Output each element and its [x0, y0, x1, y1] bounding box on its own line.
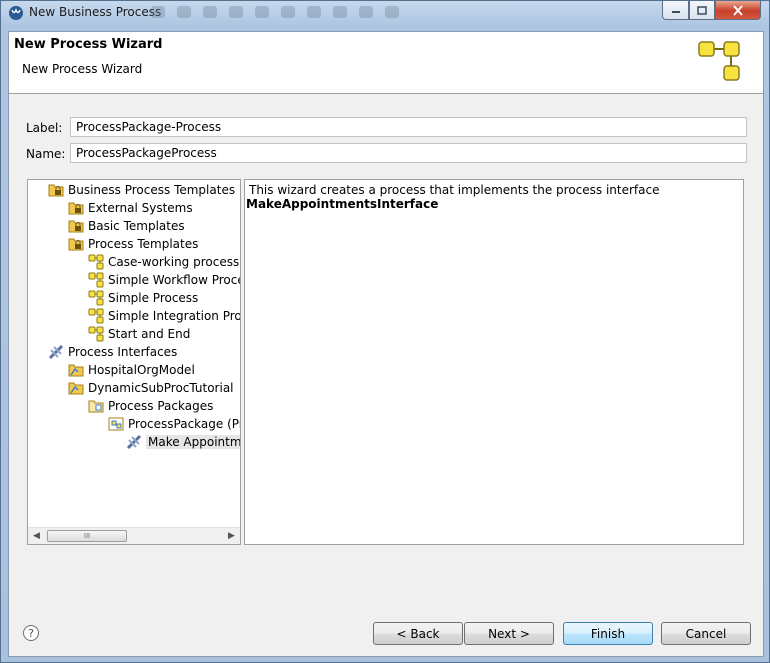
minimize-button[interactable] — [662, 1, 689, 20]
tree-item[interactable]: Process Interfaces — [48, 343, 177, 361]
tree-item[interactable]: Simple Integration Process — [88, 307, 241, 325]
package-folder-icon — [88, 400, 104, 413]
description-panel: This wizard creates a process that imple… — [244, 179, 744, 545]
scroll-thumb[interactable]: III — [47, 530, 127, 542]
tree-item-label: Business Process Templates — [68, 183, 236, 197]
tree-item[interactable]: Business Process Templates — [48, 181, 235, 199]
title-bar[interactable]: New Business Process — [1, 1, 769, 25]
maximize-icon — [697, 5, 707, 15]
locked-folder-icon — [68, 238, 84, 251]
locked-folder-icon — [48, 184, 64, 197]
tree-item[interactable]: DynamicSubProcTutorial — [68, 379, 234, 397]
process-icon — [88, 290, 104, 306]
process-icon — [88, 254, 104, 270]
tree-item-label: Case-working process — [108, 255, 240, 269]
scroll-right-icon[interactable]: ▶ — [223, 528, 240, 544]
tree-item-label: Process Packages — [108, 399, 214, 413]
tree-item[interactable]: Process Templates — [68, 235, 198, 253]
tree-horizontal-scrollbar[interactable]: ◀ III ▶ — [28, 527, 240, 544]
locked-folder-icon — [68, 202, 84, 215]
tree-item-label: External Systems — [88, 201, 193, 215]
tree-item[interactable]: Process Packages — [88, 397, 213, 415]
tree-item-label: ProcessPackage (Pro — [128, 417, 241, 431]
tree-item[interactable]: HospitalOrgModel — [68, 361, 195, 379]
wizard-title: New Process Wizard — [14, 37, 163, 52]
cancel-button[interactable]: Cancel — [661, 622, 751, 645]
close-button[interactable] — [715, 1, 761, 20]
back-button[interactable]: < Back — [373, 622, 463, 645]
process-icon — [88, 272, 104, 288]
tree-item-label: Simple Workflow Process — [108, 273, 240, 287]
window-title: New Business Process — [29, 5, 162, 19]
locked-folder-icon — [68, 220, 84, 233]
tree-item[interactable]: Start and End — [88, 325, 190, 343]
tree-item-label: Basic Templates — [88, 219, 185, 233]
tree-item-label: Start and End — [108, 327, 191, 341]
tree-item-label: Simple Process — [108, 291, 199, 305]
finish-button[interactable]: Finish — [563, 622, 653, 645]
process-interface-icon — [48, 344, 64, 360]
tree-item-label: HospitalOrgModel — [88, 363, 195, 377]
dialog-body: New Process Wizard New Process Wizard La… — [8, 31, 764, 657]
scroll-left-icon[interactable]: ◀ — [28, 528, 45, 544]
wizard-header: New Process Wizard New Process Wizard — [9, 32, 763, 94]
next-button[interactable]: Next > — [464, 622, 554, 645]
project-folder-icon — [68, 382, 84, 395]
tree-item[interactable]: External Systems — [68, 199, 193, 217]
label-input[interactable] — [70, 117, 747, 137]
name-input[interactable] — [70, 143, 747, 163]
maximize-button[interactable] — [689, 1, 715, 20]
minimize-icon — [671, 11, 680, 13]
tree-item-label: Process Templates — [88, 237, 199, 251]
process-wizard-icon — [698, 41, 740, 81]
tree-item[interactable]: Basic Templates — [68, 217, 185, 235]
process-icon — [88, 326, 104, 342]
help-icon[interactable]: ? — [23, 625, 39, 641]
tree-item[interactable]: Simple Workflow Process — [88, 271, 240, 289]
wizard-subtitle: New Process Wizard — [22, 62, 143, 76]
background-toolbar — [151, 6, 471, 20]
eclipse-app-icon — [9, 6, 23, 20]
name-caption: Name: — [26, 147, 66, 161]
close-icon — [733, 4, 743, 16]
interface-name: MakeAppointmentsInterface — [246, 197, 439, 211]
tree-item-label: DynamicSubProcTutorial — [88, 381, 234, 395]
wizard-window: New Business Process New Process Wizard … — [0, 0, 770, 663]
process-interface-icon — [126, 434, 142, 450]
tree-item[interactable]: ProcessPackage (Pro — [108, 415, 241, 433]
description-text: This wizard creates a process that imple… — [249, 183, 660, 197]
label-caption: Label: — [26, 121, 63, 135]
tree-item-label: Simple Integration Process — [108, 309, 241, 323]
template-tree[interactable]: Business Process Templates External Syst… — [27, 179, 241, 545]
project-folder-icon — [68, 364, 84, 377]
tree-item-label: Process Interfaces — [68, 345, 178, 359]
button-bar: ? < Back Next > Finish Cancel — [9, 592, 763, 656]
process-icon — [88, 308, 104, 324]
tree-item-label: Make Appointme — [146, 435, 240, 449]
package-icon — [108, 417, 124, 431]
tree-item[interactable]: Case-working process — [88, 253, 239, 271]
tree-item[interactable]: Simple Process — [88, 289, 198, 307]
tree-item-selected[interactable]: Make Appointme — [126, 433, 240, 451]
